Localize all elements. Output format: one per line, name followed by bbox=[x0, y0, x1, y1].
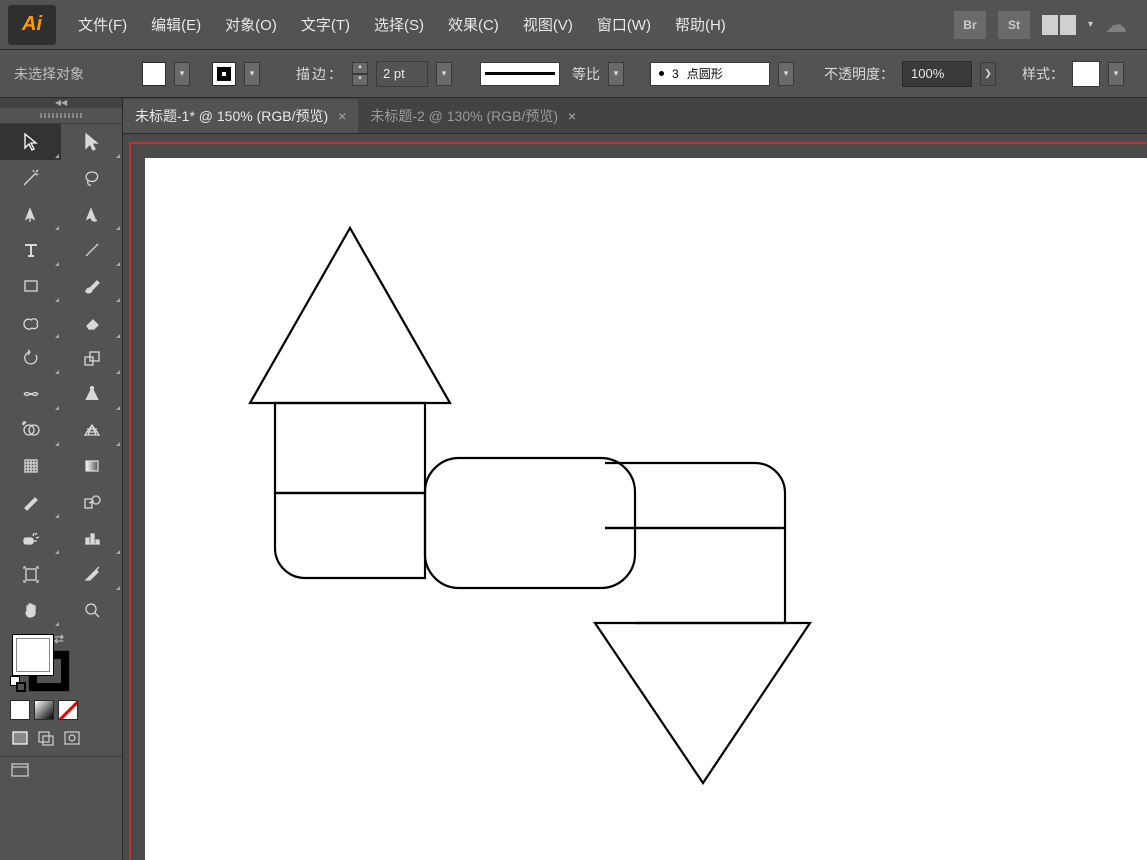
rotate-tool[interactable] bbox=[0, 340, 61, 376]
blend-tool[interactable] bbox=[61, 484, 122, 520]
color-mode-solid[interactable] bbox=[10, 700, 30, 720]
fill-color-indicator[interactable] bbox=[12, 634, 54, 676]
stroke-profile-dropdown[interactable]: ▾ bbox=[608, 62, 624, 86]
menu-edit[interactable]: 编辑(E) bbox=[139, 6, 213, 43]
draw-inside-icon[interactable] bbox=[62, 728, 82, 748]
document-area: 未标题-1* @ 150% (RGB/预览) × 未标题-2 @ 130% (R… bbox=[122, 98, 1147, 860]
control-bar: 未选择对象 ▾ ▾ 描边： ▴▾ 2 pt ▾ 等比 ▾ 3 点圆形 ▾ 不透明… bbox=[0, 50, 1147, 98]
dot-icon bbox=[659, 71, 664, 76]
rectangle-tool[interactable] bbox=[0, 268, 61, 304]
fill-dropdown[interactable]: ▾ bbox=[174, 62, 190, 86]
main-area: ◀◀ bbox=[0, 98, 1147, 860]
hand-tool[interactable] bbox=[0, 592, 61, 628]
screen-mode-icon[interactable] bbox=[10, 761, 30, 781]
draw-behind-icon[interactable] bbox=[36, 728, 56, 748]
free-transform-tool[interactable] bbox=[61, 376, 122, 412]
close-icon[interactable]: × bbox=[568, 108, 576, 124]
fill-swatch[interactable] bbox=[142, 62, 166, 86]
perspective-grid-tool[interactable] bbox=[61, 412, 122, 448]
mesh-tool[interactable] bbox=[0, 448, 61, 484]
magic-wand-tool[interactable] bbox=[0, 160, 61, 196]
gradient-tool[interactable] bbox=[61, 448, 122, 484]
shape-builder-tool[interactable] bbox=[0, 412, 61, 448]
artboard-tool[interactable] bbox=[0, 556, 61, 592]
chevron-down-icon[interactable]: ▾ bbox=[1088, 19, 1093, 30]
stroke-weight-stepper[interactable]: ▴▾ bbox=[352, 62, 368, 86]
shaper-tool[interactable] bbox=[0, 304, 61, 340]
paintbrush-tool[interactable] bbox=[61, 268, 122, 304]
collapse-panels-icon[interactable]: ◀◀ bbox=[0, 98, 122, 108]
menubar-right: Br St ▾ ☁ bbox=[954, 11, 1147, 39]
menu-select[interactable]: 选择(S) bbox=[362, 6, 436, 43]
workspace-switcher[interactable] bbox=[1042, 15, 1076, 35]
eraser-tool[interactable] bbox=[61, 304, 122, 340]
selection-status: 未选择对象 bbox=[14, 64, 84, 84]
brush-points: 3 bbox=[672, 67, 679, 81]
graphic-style-swatch[interactable] bbox=[1072, 61, 1100, 87]
stock-icon[interactable]: St bbox=[998, 11, 1030, 39]
opacity-dropdown[interactable]: ❯ bbox=[980, 62, 996, 86]
sync-settings-icon[interactable]: ☁ bbox=[1105, 12, 1127, 38]
menu-effect[interactable]: 效果(C) bbox=[436, 6, 511, 43]
color-mode-gradient[interactable] bbox=[34, 700, 54, 720]
opacity-field[interactable]: 100% bbox=[902, 61, 972, 87]
direct-selection-tool[interactable] bbox=[61, 124, 122, 160]
menu-object[interactable]: 对象(O) bbox=[213, 6, 289, 43]
line-tool[interactable] bbox=[61, 232, 122, 268]
color-mode-row bbox=[0, 696, 122, 724]
scale-tool[interactable] bbox=[61, 340, 122, 376]
type-tool[interactable] bbox=[0, 232, 61, 268]
fill-stroke-controls: ⇄ bbox=[0, 628, 122, 696]
swap-fill-stroke-icon[interactable]: ⇄ bbox=[54, 632, 64, 646]
eyedropper-tool[interactable] bbox=[0, 484, 61, 520]
app-logo: Ai bbox=[8, 5, 56, 45]
lasso-tool[interactable] bbox=[61, 160, 122, 196]
column-graph-tool[interactable] bbox=[61, 520, 122, 556]
style-dropdown[interactable]: ▾ bbox=[1108, 62, 1124, 86]
brush-definition[interactable]: 3 点圆形 bbox=[650, 62, 770, 86]
toolbox-drag-handle[interactable] bbox=[0, 108, 122, 124]
canvas-viewport[interactable] bbox=[123, 134, 1147, 860]
default-fill-stroke-icon[interactable] bbox=[10, 676, 26, 692]
document-tab-inactive[interactable]: 未标题-2 @ 130% (RGB/预览) × bbox=[358, 99, 588, 133]
selection-tool[interactable] bbox=[0, 124, 61, 160]
close-icon[interactable]: × bbox=[338, 108, 346, 124]
menu-bar: Ai 文件(F) 编辑(E) 对象(O) 文字(T) 选择(S) 效果(C) 视… bbox=[0, 0, 1147, 50]
menu-window[interactable]: 窗口(W) bbox=[585, 6, 663, 43]
tab-label: 未标题-1* @ 150% (RGB/预览) bbox=[135, 106, 328, 126]
zoom-tool[interactable] bbox=[61, 592, 122, 628]
stroke-weight-field[interactable]: 2 pt bbox=[376, 61, 428, 87]
curvature-tool[interactable] bbox=[61, 196, 122, 232]
stroke-weight-dropdown[interactable]: ▾ bbox=[436, 62, 452, 86]
brush-dropdown[interactable]: ▾ bbox=[778, 62, 794, 86]
artwork[interactable] bbox=[145, 158, 1145, 858]
draw-mode-row bbox=[0, 724, 122, 756]
tool-grid bbox=[0, 124, 122, 628]
slice-tool[interactable] bbox=[61, 556, 122, 592]
menu-view[interactable]: 视图(V) bbox=[511, 6, 585, 43]
opacity-label[interactable]: 不透明度： bbox=[824, 64, 894, 84]
document-tab-bar: 未标题-1* @ 150% (RGB/预览) × 未标题-2 @ 130% (R… bbox=[123, 98, 1147, 134]
symbol-sprayer-tool[interactable] bbox=[0, 520, 61, 556]
color-mode-none[interactable] bbox=[58, 700, 78, 720]
stroke-profile-preview[interactable] bbox=[480, 62, 560, 86]
width-tool[interactable] bbox=[0, 376, 61, 412]
draw-normal-icon[interactable] bbox=[10, 728, 30, 748]
app-logo-text: Ai bbox=[22, 13, 42, 36]
brush-profile-label: 点圆形 bbox=[687, 65, 723, 82]
bridge-icon[interactable]: Br bbox=[954, 11, 986, 39]
stroke-dropdown[interactable]: ▾ bbox=[244, 62, 260, 86]
menu-type[interactable]: 文字(T) bbox=[289, 6, 362, 43]
screen-mode-row bbox=[0, 756, 122, 789]
stroke-label[interactable]: 描边： bbox=[296, 64, 344, 84]
toolbox: ◀◀ bbox=[0, 98, 122, 860]
pen-tool[interactable] bbox=[0, 196, 61, 232]
stroke-swatch[interactable] bbox=[212, 62, 236, 86]
tab-label: 未标题-2 @ 130% (RGB/预览) bbox=[370, 106, 558, 126]
document-tab-active[interactable]: 未标题-1* @ 150% (RGB/预览) × bbox=[123, 99, 358, 133]
uniform-label: 等比 bbox=[572, 64, 600, 84]
menu-help[interactable]: 帮助(H) bbox=[663, 6, 738, 43]
menu-file[interactable]: 文件(F) bbox=[66, 6, 139, 43]
style-label[interactable]: 样式： bbox=[1022, 64, 1064, 84]
